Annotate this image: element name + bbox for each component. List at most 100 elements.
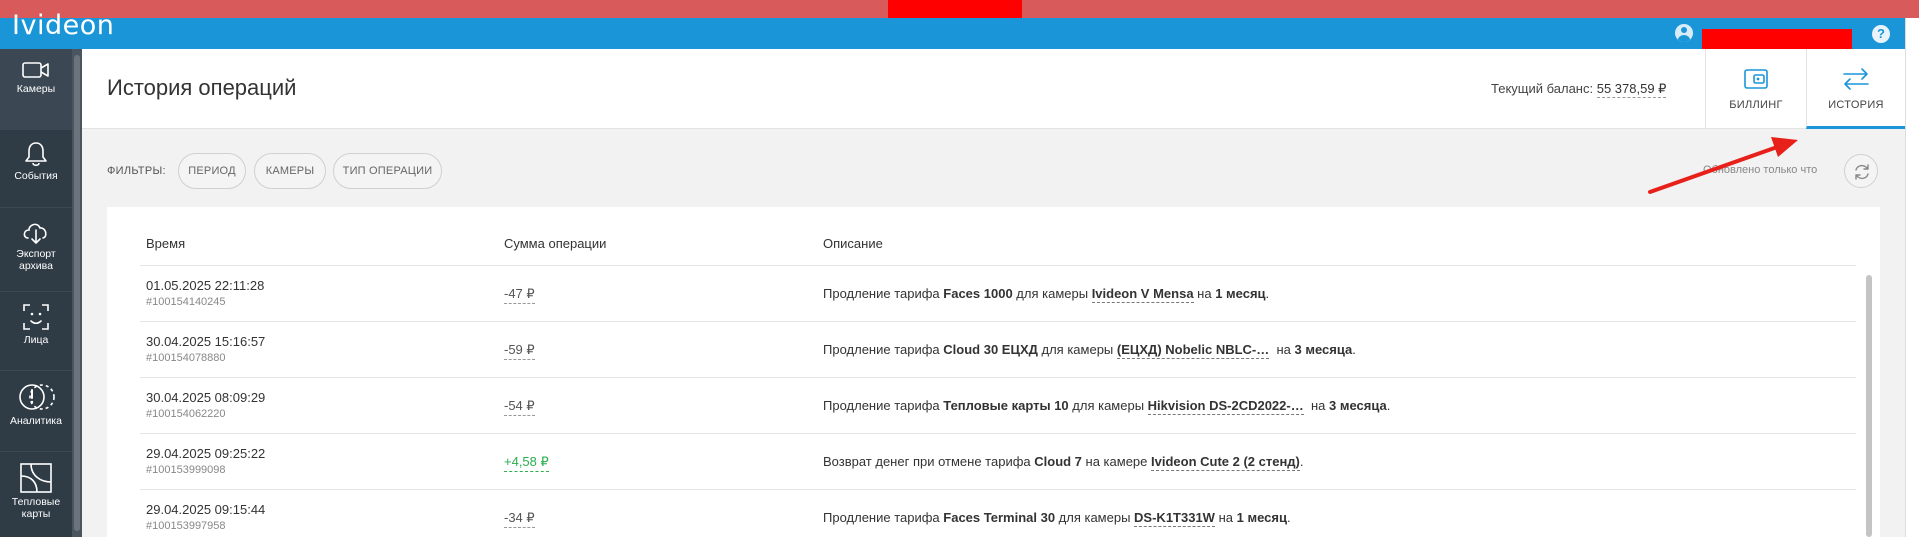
row-id: #100153997958 (146, 520, 226, 532)
column-header-time: Время (146, 236, 186, 251)
desc-text: . (1299, 454, 1304, 469)
row-description: Продление тарифа Faces Terminal 30 для к… (823, 510, 1291, 527)
column-header-sum: Сумма операции (504, 236, 607, 251)
row-sum[interactable]: +4,58 ₽ (504, 454, 549, 472)
desc-text: Возврат денег при отмене тарифа (823, 454, 1035, 469)
row-id: #100154078880 (146, 352, 226, 364)
sidebar-item-analytics[interactable]: Аналитика (0, 371, 72, 452)
desc-text: на (1303, 398, 1329, 413)
sidebar-item-label: Аналитика (10, 415, 62, 427)
desc-text: для камеры (1068, 398, 1148, 413)
row-sum[interactable]: -59 ₽ (504, 342, 535, 360)
app-topbar: Ivideon ? (0, 10, 1905, 56)
balance: Текущий баланс: 55 378,59 ₽ (1491, 81, 1667, 98)
updated-status: Обновлено только что (1703, 164, 1818, 176)
desc-period: 1 месяц (1236, 510, 1287, 525)
tab-billing-label: БИЛЛИНГ (1729, 99, 1783, 111)
tab-history[interactable]: ИСТОРИЯ (1806, 49, 1905, 129)
desc-tariff: Cloud 30 ЕЦХД (943, 342, 1038, 357)
wallet-icon (1744, 69, 1768, 89)
camera-link[interactable]: Ivideon Cute 2 (2 стенд) (1151, 454, 1300, 471)
desc-text: на камере (1081, 454, 1151, 469)
table-row: 29.04.2025 09:25:22 #100153999098 +4,58 … (140, 434, 1856, 490)
sidebar-item-events[interactable]: События (0, 130, 72, 208)
bell-icon (25, 142, 47, 167)
desc-text: . (1386, 398, 1391, 413)
desc-tariff: Faces Terminal 30 (943, 510, 1056, 525)
balance-value[interactable]: 55 378,59 ₽ (1596, 81, 1667, 98)
filter-period-chip[interactable]: ПЕРИОД (178, 153, 246, 189)
desc-tariff: Faces 1000 (943, 286, 1013, 301)
desc-text: Продление тарифа (823, 342, 944, 357)
user-icon[interactable] (1675, 24, 1693, 42)
desc-text: для камеры (1037, 342, 1117, 357)
row-sum[interactable]: -54 ₽ (504, 398, 535, 416)
browser-top-strip (0, 0, 1919, 22)
face-scan-icon (23, 304, 49, 330)
table-row: 30.04.2025 08:09:29 #100154062220 -54 ₽ … (140, 378, 1856, 434)
row-id: #100154062220 (146, 408, 226, 420)
sidebar-item-export[interactable]: Экспорт архива (0, 208, 72, 292)
analytics-icon (19, 384, 55, 410)
desc-text: Продление тарифа (823, 510, 944, 525)
row-time: 30.04.2025 08:09:29 (146, 390, 266, 405)
row-description: Возврат денег при отмене тарифа Cloud 7 … (823, 454, 1304, 471)
desc-text: . (1352, 342, 1356, 357)
desc-text: на (1269, 342, 1295, 357)
table-scrollbar[interactable] (1866, 275, 1872, 537)
row-description: Продление тарифа Тепловые карты 10 для к… (823, 398, 1391, 415)
camera-link[interactable]: Hikvision DS-2CD2022-… (1147, 398, 1304, 415)
row-id: #100153999098 (146, 464, 226, 476)
table-row: 01.05.2025 22:11:28 #100154140245 -47 ₽ … (140, 266, 1856, 322)
sidebar-item-label: Лица (23, 334, 49, 346)
refresh-button[interactable] (1844, 154, 1878, 188)
table-row: 29.04.2025 09:15:44 #100153997958 -34 ₽ … (140, 490, 1856, 537)
desc-text: Продление тарифа (823, 398, 944, 413)
desc-text: для камеры (1012, 286, 1092, 301)
sidebar-nav: Камеры События Экспорт архива Лица Анали… (0, 49, 82, 537)
desc-text: для камеры (1055, 510, 1135, 525)
filter-operation-type-chip[interactable]: ТИП ОПЕРАЦИИ (333, 153, 442, 189)
desc-text: Продление тарифа (823, 286, 944, 301)
filter-cameras-chip[interactable]: КАМЕРЫ (254, 153, 326, 189)
cloud-download-icon (23, 223, 47, 244)
camera-link[interactable]: Ivideon V Mensa (1091, 286, 1194, 303)
tab-billing[interactable]: БИЛЛИНГ (1705, 49, 1806, 129)
sidebar-scrollbar[interactable] (72, 49, 82, 537)
page-title: История операций (107, 75, 297, 100)
row-sum[interactable]: -47 ₽ (504, 286, 535, 304)
window-edge (1905, 18, 1919, 537)
sidebar-item-label: Тепловые карты (11, 496, 61, 520)
desc-period: 3 месяца (1294, 342, 1353, 357)
balance-label: Текущий баланс: (1491, 81, 1594, 96)
row-time: 30.04.2025 15:16:57 (146, 334, 266, 349)
camera-link[interactable]: (ЕЦХД) Nobelic NBLC-… (1116, 342, 1270, 359)
row-description: Продление тарифа Cloud 30 ЕЦХД для камер… (823, 342, 1356, 359)
desc-period: 1 месяц (1215, 286, 1266, 301)
sidebar-item-cameras[interactable]: Камеры (0, 49, 72, 130)
help-icon[interactable]: ? (1872, 25, 1890, 43)
row-id: #100154140245 (146, 296, 226, 308)
sidebar-item-heatmaps[interactable]: Тепловые карты (0, 452, 72, 537)
sidebar-item-label: Экспорт архива (16, 248, 56, 272)
sidebar-item-faces[interactable]: Лица (0, 292, 72, 371)
heatmap-icon (20, 463, 52, 493)
filters-label: ФИЛЬТРЫ: (107, 165, 166, 177)
sidebar-item-label: События (14, 170, 58, 182)
desc-period: 3 месяца (1328, 398, 1387, 413)
page-header: История операций Текущий баланс: 55 378,… (82, 49, 1905, 129)
sidebar-scrollbar-thumb[interactable] (74, 55, 80, 531)
column-header-description: Описание (823, 236, 883, 251)
desc-tariff: Тепловые карты 10 (943, 398, 1069, 413)
sidebar-item-label: Камеры (16, 83, 56, 95)
row-description: Продление тарифа Faces 1000 для камеры I… (823, 286, 1269, 303)
transfer-arrows-icon (1843, 68, 1869, 90)
row-sum[interactable]: -34 ₽ (504, 510, 535, 528)
row-time: 01.05.2025 22:11:28 (146, 278, 265, 293)
operations-table: Время Сумма операции Описание 01.05.2025… (107, 207, 1880, 537)
row-time: 29.04.2025 09:25:22 (146, 446, 266, 461)
app-logo[interactable]: Ivideon (12, 10, 114, 41)
camera-link[interactable]: DS-K1T331W (1134, 510, 1215, 527)
refresh-icon (1855, 164, 1869, 180)
desc-tariff: Cloud 7 (1034, 454, 1082, 469)
